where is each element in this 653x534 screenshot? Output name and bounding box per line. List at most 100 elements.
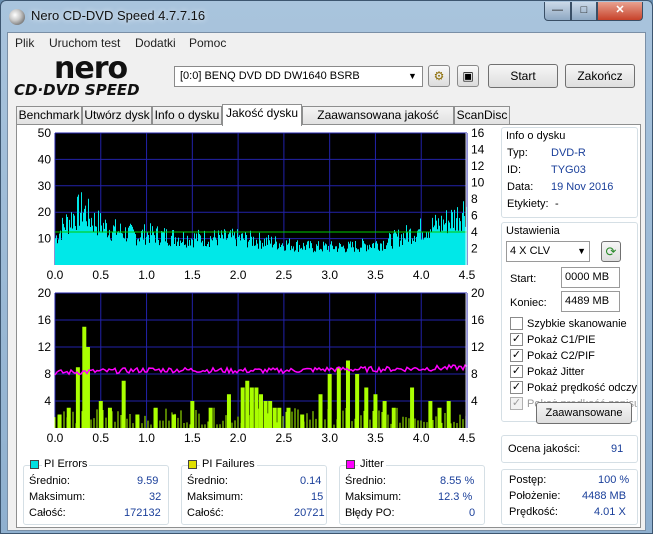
title-bar[interactable]: Nero CD-DVD Speed 4.7.7.16 — □ ✕ — [1, 1, 652, 31]
y-right-tick-label-2: 4 — [471, 394, 478, 408]
menu-pomoc[interactable]: Pomoc — [189, 36, 226, 50]
jitter-max-value: 12.3 % — [438, 491, 473, 503]
chevron-down-icon[interactable]: ▼ — [405, 69, 420, 84]
pif-bar — [98, 401, 103, 428]
y-left-tick-label-2: 20 — [38, 286, 52, 300]
minimize-button[interactable]: — — [544, 2, 571, 21]
tab-scandisc[interactable]: ScanDisc — [454, 106, 510, 125]
pi-failures-total-label: Całość: — [187, 507, 224, 519]
client-area: Plik Uruchom test Dodatki Pomoc nero CD·… — [7, 32, 646, 531]
menu-dodatki[interactable]: Dodatki — [135, 36, 176, 50]
start-button[interactable]: Start — [488, 64, 558, 88]
refresh-speed-button[interactable]: ⟳ — [601, 241, 621, 262]
tab-advanced-quality[interactable]: Zaawansowana jakość dysku — [302, 106, 454, 139]
jitter-title: Jitter — [358, 458, 386, 470]
po-errors-value: 0 — [469, 507, 476, 519]
position-value: 4488 MB — [582, 490, 627, 502]
charts-area: 0.0 0.5 1.0 1.5 2.0 2.5 3.0 3.5 4.0 4.5 50 40 30 20 10… — [38, 126, 485, 445]
disc-info-title: Info o dysku — [506, 130, 566, 142]
pif-bar — [336, 367, 341, 428]
pi-failures-swatch — [188, 460, 197, 469]
pi-failures-max-value: 15 — [311, 491, 324, 503]
maximize-button[interactable]: □ — [571, 2, 597, 21]
pif-bar — [85, 347, 90, 428]
pif-bar — [277, 407, 282, 428]
x-tick-label-2: 2.5 — [276, 431, 293, 445]
exit-button[interactable]: Zakończ — [565, 64, 635, 88]
progress-value: 100 % — [598, 474, 630, 486]
settings-group: Ustawienia 4 X CLV ▼ ⟳ Start: 0000 MB Ko… — [501, 222, 638, 422]
speed-label: Prędkość: — [509, 506, 558, 518]
checkbox-show-write-speed[interactable]: ✓ — [510, 397, 523, 410]
close-button[interactable]: ✕ — [597, 2, 643, 21]
y-right-tick-label-1: 2 — [471, 242, 478, 256]
y-right-tick-label-1: 14 — [471, 143, 485, 157]
drive-select[interactable]: [0:0] BENQ DVD DD DW1640 BSRB ▼ — [174, 66, 423, 87]
advanced-button[interactable]: Zaawansowane — [536, 402, 632, 424]
position-label: Położenie: — [509, 490, 561, 502]
end-input[interactable]: 4489 MB — [561, 291, 620, 312]
disc-id-value: TYG03 — [551, 164, 586, 176]
tab-benchmark[interactable]: Benchmark — [16, 106, 82, 125]
pif-bar — [373, 394, 378, 428]
speed-select-value: 4 X CLV — [510, 245, 551, 257]
end-label: Koniec: — [510, 297, 547, 309]
app-disc-icon — [9, 9, 25, 25]
x-tick-label-2: 2.0 — [230, 431, 247, 445]
save-button[interactable]: ▣ — [457, 65, 479, 87]
y-right-tick-label-1: 6 — [471, 209, 478, 223]
tab-create-disc[interactable]: Utwórz dysk — [82, 106, 152, 125]
tab-disc-quality[interactable]: Jakość dysku — [222, 104, 302, 126]
start-label: Start: — [510, 273, 537, 285]
quality-rating-value: 91 — [611, 443, 624, 455]
pif-bar — [82, 326, 87, 428]
x-tick-label-1: 4.5 — [459, 268, 476, 282]
start-input[interactable]: 0000 MB — [561, 267, 620, 288]
y-right-tick-label-1: 10 — [471, 176, 485, 190]
x-tick-label-2: 4.5 — [459, 431, 476, 445]
quality-panel: 0.0 0.5 1.0 1.5 2.0 2.5 3.0 3.5 4.0 4.5 50 40 30 20 10… — [16, 124, 641, 528]
checkbox-show-c1-pie[interactable]: ✓ — [510, 333, 523, 346]
disc-labels-value: - — [555, 198, 559, 210]
y-left-tick-label-1: 30 — [38, 179, 52, 193]
x-tick-label-2: 4.0 — [413, 431, 430, 445]
pi-errors-total-label: Całość: — [29, 507, 66, 519]
pi-errors-group: PI Errors Średnio: 9.59 Maksimum: 32 Cał… — [23, 458, 169, 525]
jitter-swatch — [346, 460, 355, 469]
checkbox-show-jitter-label: Pokaż Jitter — [527, 366, 585, 378]
pi-failures-avg-value: 0.14 — [300, 475, 322, 487]
pi-failures-total-value: 20721 — [294, 507, 325, 519]
pif-bar — [263, 401, 268, 428]
x-tick-label-1: 4.0 — [413, 268, 430, 282]
x-tick-label-1: 3.5 — [367, 268, 384, 282]
x-tick-label-2: 1.5 — [184, 431, 201, 445]
chevron-down-icon[interactable]: ▼ — [577, 242, 586, 261]
pi-failures-avg-label: Średnio: — [187, 475, 228, 487]
checkbox-quick-scan[interactable] — [510, 317, 523, 330]
tab-disc-info[interactable]: Info o dysku — [152, 106, 222, 125]
y-left-tick-label-1: 20 — [38, 205, 52, 219]
disc-type-label: Typ: — [507, 147, 528, 159]
checkbox-show-c2-pif[interactable]: ✓ — [510, 349, 523, 362]
menu-plik[interactable]: Plik — [15, 36, 34, 50]
menu-uruchom-test[interactable]: Uruchom test — [49, 36, 120, 50]
po-errors-label: Błędy PO: — [345, 507, 395, 519]
checkbox-show-jitter[interactable]: ✓ — [510, 365, 523, 378]
disc-id-label: ID: — [507, 164, 522, 176]
x-tick-label-1: 2.0 — [230, 268, 247, 282]
nero-logo: nero CD·DVD SPEED — [10, 51, 170, 99]
checkbox-show-read-speed[interactable]: ✓ — [510, 381, 523, 394]
pif-bar — [190, 401, 195, 428]
jitter-avg-value: 8.55 % — [440, 475, 475, 487]
x-tick-label-2: 3.0 — [321, 431, 338, 445]
y-right-tick-label-1: 16 — [471, 126, 485, 140]
x-tick-label-1: 3.0 — [321, 268, 338, 282]
drive-select-value: [0:0] BENQ DVD DD DW1640 BSRB — [180, 70, 360, 82]
y-left-tick-label-2: 4 — [44, 394, 51, 408]
jitter-max-label: Maksimum: — [345, 491, 402, 503]
speed-select[interactable]: 4 X CLV ▼ — [506, 241, 590, 262]
pi-errors-swatch — [30, 460, 39, 469]
eject-button[interactable]: ⚙ — [428, 65, 450, 87]
jitter-avg-label: Średnio: — [345, 475, 386, 487]
x-tick-label-2: 0.5 — [92, 431, 109, 445]
